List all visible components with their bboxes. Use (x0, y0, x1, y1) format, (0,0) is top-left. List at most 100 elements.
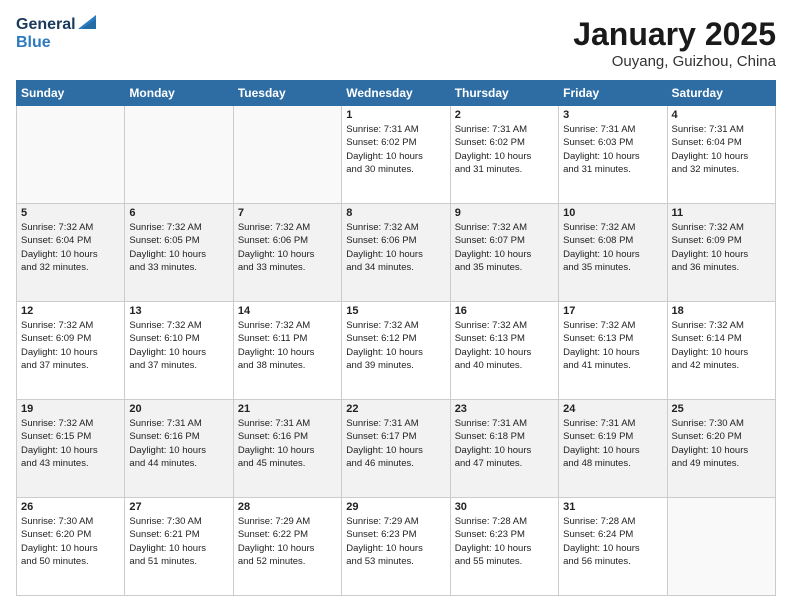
day-number: 6 (129, 207, 228, 219)
day-number: 21 (238, 403, 337, 415)
table-cell: 30Sunrise: 7:28 AM Sunset: 6:23 PM Dayli… (450, 498, 558, 596)
table-cell (667, 498, 775, 596)
col-saturday: Saturday (667, 81, 775, 106)
table-cell: 22 Sunrise: 7:31 AM Sunset: 6:17 PM Dayli… (342, 400, 450, 498)
day-number: 15 (346, 305, 445, 317)
day-info: Sunrise: 7:30 AM Sunset: 6:20 PM Dayligh… (21, 515, 120, 568)
table-cell: 21 Sunrise: 7:31 AM Sunset: 6:16 PM Dayli… (233, 400, 341, 498)
day-number: 20 (129, 403, 228, 415)
day-info: Sunrise: 7:31 AM Sunset: 6:18 PM Dayligh… (455, 417, 554, 470)
day-info: Sunrise: 7:32 AM Sunset: 6:10 PM Dayligh… (129, 319, 228, 372)
table-cell: 24Sunrise: 7:31 AM Sunset: 6:19 PM Dayli… (559, 400, 667, 498)
day-info: Sunrise: 7:29 AM Sunset: 6:23 PM Dayligh… (346, 515, 445, 568)
day-number: 14 (238, 305, 337, 317)
table-cell: 28 Sunrise: 7:29 AM Sunset: 6:22 PM Dayli… (233, 498, 341, 596)
day-info: Sunrise: 7:32 AM Sunset: 6:13 PM Dayligh… (455, 319, 554, 372)
day-info: Sunrise: 7:30 AM Sunset: 6:21 PM Dayligh… (129, 515, 228, 568)
table-cell: 1Sunrise: 7:31 AM Sunset: 6:02 PM Daylig… (342, 106, 450, 204)
day-info: Sunrise: 7:32 AM Sunset: 6:08 PM Dayligh… (563, 221, 662, 274)
month-title: January 2025 (573, 16, 776, 53)
day-number: 2 (455, 109, 554, 121)
day-info: Sunrise: 7:32 AM Sunset: 6:15 PM Dayligh… (21, 417, 120, 470)
day-number: 13 (129, 305, 228, 317)
day-info: Sunrise: 7:32 AM Sunset: 6:14 PM Dayligh… (672, 319, 771, 372)
day-number: 12 (21, 305, 120, 317)
day-info: Sunrise: 7:32 AM Sunset: 6:12 PM Dayligh… (346, 319, 445, 372)
day-number: 26 (21, 501, 120, 513)
day-info: Sunrise: 7:32 AM Sunset: 6:05 PM Dayligh… (129, 221, 228, 274)
table-cell: 7 Sunrise: 7:32 AM Sunset: 6:06 PM Daylig… (233, 204, 341, 302)
table-cell: 25 Sunrise: 7:30 AM Sunset: 6:20 PM Dayli… (667, 400, 775, 498)
table-cell: 29 Sunrise: 7:29 AM Sunset: 6:23 PM Dayli… (342, 498, 450, 596)
table-cell: 2 Sunrise: 7:31 AM Sunset: 6:02 PM Daylig… (450, 106, 558, 204)
day-info: Sunrise: 7:31 AM Sunset: 6:02 PM Dayligh… (346, 123, 445, 176)
table-cell: 23 Sunrise: 7:31 AM Sunset: 6:18 PM Dayli… (450, 400, 558, 498)
table-cell: 11Sunrise: 7:32 AM Sunset: 6:09 PM Dayli… (667, 204, 775, 302)
day-info: Sunrise: 7:32 AM Sunset: 6:04 PM Dayligh… (21, 221, 120, 274)
day-number: 28 (238, 501, 337, 513)
day-info: Sunrise: 7:32 AM Sunset: 6:06 PM Dayligh… (346, 221, 445, 274)
col-friday: Friday (559, 81, 667, 106)
calendar-week-2: 5 Sunrise: 7:32 AM Sunset: 6:04 PM Daylig… (17, 204, 776, 302)
col-wednesday: Wednesday (342, 81, 450, 106)
day-number: 3 (563, 109, 662, 121)
table-cell: 31Sunrise: 7:28 AM Sunset: 6:24 PM Dayli… (559, 498, 667, 596)
day-info: Sunrise: 7:32 AM Sunset: 6:06 PM Dayligh… (238, 221, 337, 274)
day-info: Sunrise: 7:32 AM Sunset: 6:11 PM Dayligh… (238, 319, 337, 372)
table-cell: 13 Sunrise: 7:32 AM Sunset: 6:10 PM Dayli… (125, 302, 233, 400)
col-monday: Monday (125, 81, 233, 106)
table-cell: 8 Sunrise: 7:32 AM Sunset: 6:06 PM Daylig… (342, 204, 450, 302)
table-cell: 6 Sunrise: 7:32 AM Sunset: 6:05 PM Daylig… (125, 204, 233, 302)
header: General Blue January 2025 Ouyang, Guizho… (16, 16, 776, 70)
day-number: 4 (672, 109, 771, 121)
day-number: 11 (672, 207, 771, 219)
table-cell: 12 Sunrise: 7:32 AM Sunset: 6:09 PM Dayli… (17, 302, 125, 400)
table-cell: 15 Sunrise: 7:32 AM Sunset: 6:12 PM Dayli… (342, 302, 450, 400)
col-thursday: Thursday (450, 81, 558, 106)
day-number: 23 (455, 403, 554, 415)
calendar-header-row: Sunday Monday Tuesday Wednesday Thursday… (17, 81, 776, 106)
day-number: 31 (563, 501, 662, 513)
table-cell (17, 106, 125, 204)
day-number: 22 (346, 403, 445, 415)
day-number: 5 (21, 207, 120, 219)
table-cell: 16Sunrise: 7:32 AM Sunset: 6:13 PM Dayli… (450, 302, 558, 400)
table-cell: 26 Sunrise: 7:30 AM Sunset: 6:20 PM Dayli… (17, 498, 125, 596)
table-cell: 20 Sunrise: 7:31 AM Sunset: 6:16 PM Dayli… (125, 400, 233, 498)
calendar-week-5: 26 Sunrise: 7:30 AM Sunset: 6:20 PM Dayli… (17, 498, 776, 596)
day-info: Sunrise: 7:31 AM Sunset: 6:17 PM Dayligh… (346, 417, 445, 470)
day-info: Sunrise: 7:30 AM Sunset: 6:20 PM Dayligh… (672, 417, 771, 470)
table-cell: 5 Sunrise: 7:32 AM Sunset: 6:04 PM Daylig… (17, 204, 125, 302)
day-number: 27 (129, 501, 228, 513)
day-number: 24 (563, 403, 662, 415)
day-info: Sunrise: 7:31 AM Sunset: 6:03 PM Dayligh… (563, 123, 662, 176)
table-cell (233, 106, 341, 204)
day-number: 17 (563, 305, 662, 317)
table-cell: 19 Sunrise: 7:32 AM Sunset: 6:15 PM Dayli… (17, 400, 125, 498)
day-number: 8 (346, 207, 445, 219)
day-number: 19 (21, 403, 120, 415)
day-number: 25 (672, 403, 771, 415)
table-cell: 27 Sunrise: 7:30 AM Sunset: 6:21 PM Dayli… (125, 498, 233, 596)
page: General Blue January 2025 Ouyang, Guizho… (0, 0, 792, 612)
day-info: Sunrise: 7:29 AM Sunset: 6:22 PM Dayligh… (238, 515, 337, 568)
day-number: 29 (346, 501, 445, 513)
table-cell: 17Sunrise: 7:32 AM Sunset: 6:13 PM Dayli… (559, 302, 667, 400)
day-info: Sunrise: 7:31 AM Sunset: 6:02 PM Dayligh… (455, 123, 554, 176)
day-info: Sunrise: 7:28 AM Sunset: 6:23 PM Dayligh… (455, 515, 554, 568)
table-cell (125, 106, 233, 204)
calendar-week-3: 12 Sunrise: 7:32 AM Sunset: 6:09 PM Dayli… (17, 302, 776, 400)
table-cell: 10 Sunrise: 7:32 AM Sunset: 6:08 PM Dayli… (559, 204, 667, 302)
calendar-week-1: 1Sunrise: 7:31 AM Sunset: 6:02 PM Daylig… (17, 106, 776, 204)
table-cell: 3 Sunrise: 7:31 AM Sunset: 6:03 PM Daylig… (559, 106, 667, 204)
day-info: Sunrise: 7:31 AM Sunset: 6:16 PM Dayligh… (238, 417, 337, 470)
day-number: 7 (238, 207, 337, 219)
day-info: Sunrise: 7:32 AM Sunset: 6:09 PM Dayligh… (21, 319, 120, 372)
day-info: Sunrise: 7:32 AM Sunset: 6:07 PM Dayligh… (455, 221, 554, 274)
day-info: Sunrise: 7:31 AM Sunset: 6:16 PM Dayligh… (129, 417, 228, 470)
title-block: January 2025 Ouyang, Guizhou, China (573, 16, 776, 70)
calendar-table: Sunday Monday Tuesday Wednesday Thursday… (16, 80, 776, 596)
day-number: 10 (563, 207, 662, 219)
logo: General Blue (16, 16, 76, 51)
table-cell: 14 Sunrise: 7:32 AM Sunset: 6:11 PM Dayli… (233, 302, 341, 400)
